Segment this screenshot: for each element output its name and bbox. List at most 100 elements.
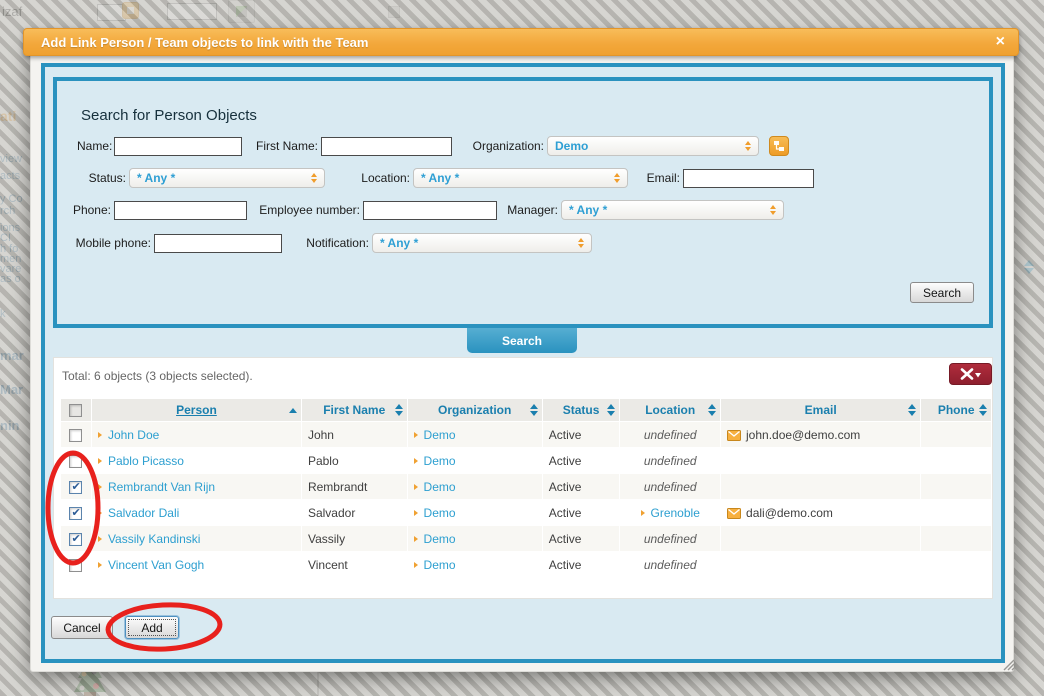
organization-link[interactable]: Demo bbox=[424, 506, 456, 520]
updown-arrows-icon bbox=[311, 173, 317, 183]
first-name-cell: Vassily bbox=[302, 526, 407, 551]
organization-select[interactable]: Demo bbox=[547, 136, 759, 156]
bullet-arrow-icon bbox=[98, 484, 102, 490]
bullet-arrow-icon bbox=[414, 458, 418, 464]
tools-button[interactable] bbox=[949, 363, 992, 385]
sort-arrows-icon[interactable] bbox=[395, 404, 403, 416]
row-checkbox[interactable] bbox=[69, 507, 82, 520]
sort-arrows-icon[interactable] bbox=[607, 404, 615, 416]
column-header-select[interactable] bbox=[61, 399, 91, 421]
phone-label: Phone: bbox=[71, 203, 111, 217]
location-select[interactable]: * Any * bbox=[413, 168, 628, 188]
status-cell: Active bbox=[543, 500, 620, 525]
location-link[interactable]: Grenoble bbox=[651, 506, 700, 520]
sort-arrows-icon[interactable] bbox=[908, 404, 916, 416]
column-header-status[interactable]: Status bbox=[543, 399, 620, 421]
updown-arrows-icon bbox=[745, 141, 751, 151]
sort-arrows-icon[interactable] bbox=[708, 404, 716, 416]
employee-number-label: Employee number: bbox=[256, 203, 360, 217]
mobile-phone-input[interactable] bbox=[154, 234, 282, 253]
results-table: PersonFirst Name Organization Status Locati… bbox=[60, 398, 992, 578]
manager-label: Manager: bbox=[471, 203, 558, 217]
row-checkbox[interactable] bbox=[69, 559, 82, 572]
first-name-cell: Rembrandt bbox=[302, 474, 407, 499]
row-checkbox[interactable] bbox=[69, 455, 82, 468]
person-link[interactable]: Vincent Van Gogh bbox=[108, 558, 204, 572]
first-name-input[interactable] bbox=[321, 137, 452, 156]
sort-arrows-icon[interactable] bbox=[289, 408, 297, 413]
person-link[interactable]: John Doe bbox=[108, 428, 159, 442]
resize-handle-icon[interactable] bbox=[1002, 658, 1016, 671]
column-label: Status bbox=[563, 403, 600, 417]
status-cell: Active bbox=[543, 474, 620, 499]
table-row: Vincent Van GoghVincentDemoActiveundefin… bbox=[61, 552, 991, 577]
status-select[interactable]: * Any * bbox=[129, 168, 325, 188]
sort-arrows-icon[interactable] bbox=[979, 404, 987, 416]
email-input[interactable] bbox=[683, 169, 814, 188]
table-row: Pablo PicassoPabloDemoActiveundefined bbox=[61, 448, 991, 473]
table-header-row: PersonFirst Name Organization Status Locati… bbox=[61, 399, 991, 421]
column-header-phone[interactable]: Phone bbox=[921, 399, 991, 421]
column-header-organization[interactable]: Organization bbox=[408, 399, 542, 421]
status-label: Status: bbox=[61, 171, 126, 185]
person-link[interactable]: Pablo Picasso bbox=[108, 454, 184, 468]
first-name-cell: John bbox=[302, 422, 407, 447]
location-cell: undefined bbox=[644, 428, 697, 442]
updown-arrows-icon bbox=[578, 238, 584, 248]
sort-arrows-icon[interactable] bbox=[530, 404, 538, 416]
bullet-arrow-icon bbox=[98, 536, 102, 542]
status-cell: Active bbox=[543, 552, 620, 577]
select-all-checkbox[interactable] bbox=[69, 404, 82, 417]
organization-browse-button[interactable] bbox=[769, 136, 789, 156]
search-form-panel: Search for Person Objects Name: First Na… bbox=[53, 77, 993, 328]
phone-cell bbox=[921, 500, 991, 525]
organization-link[interactable]: Demo bbox=[424, 480, 456, 494]
bullet-arrow-icon bbox=[414, 510, 418, 516]
table-row: Salvador DaliSalvadorDemoActiveGrenobled… bbox=[61, 500, 991, 525]
person-link[interactable]: Vassily Kandinski bbox=[108, 532, 200, 546]
add-button[interactable]: Add bbox=[125, 616, 179, 639]
column-header-person[interactable]: Person bbox=[92, 399, 301, 421]
bullet-arrow-icon bbox=[98, 458, 102, 464]
column-label: Email bbox=[805, 403, 837, 417]
phone-cell bbox=[921, 552, 991, 577]
phone-cell bbox=[921, 448, 991, 473]
organization-link[interactable]: Demo bbox=[424, 428, 456, 442]
phone-cell bbox=[921, 422, 991, 447]
column-label: Organization bbox=[438, 403, 511, 417]
bullet-arrow-icon bbox=[414, 536, 418, 542]
status-cell: Active bbox=[543, 448, 620, 473]
search-tab[interactable]: Search bbox=[467, 328, 577, 353]
table-row: Rembrandt Van Rijn Rembrandt Demo Active und… bbox=[61, 474, 991, 499]
name-label: Name: bbox=[77, 139, 111, 153]
organization-link[interactable]: Demo bbox=[424, 532, 456, 546]
column-header-email[interactable]: Email bbox=[721, 399, 920, 421]
search-button[interactable]: Search bbox=[910, 282, 974, 303]
notification-select[interactable]: * Any * bbox=[372, 233, 592, 253]
name-input[interactable] bbox=[114, 137, 242, 156]
column-label: Location bbox=[645, 403, 695, 417]
row-checkbox[interactable] bbox=[69, 429, 82, 442]
email-cell: john.doe@demo.com bbox=[746, 428, 860, 442]
bullet-arrow-icon bbox=[98, 562, 102, 568]
dialog-window: Add Link Person / Team objects to link w… bbox=[30, 34, 1014, 672]
bullet-arrow-icon bbox=[98, 432, 102, 438]
column-header-first_name[interactable]: First Name bbox=[302, 399, 407, 421]
bullet-arrow-icon bbox=[414, 432, 418, 438]
cancel-button[interactable]: Cancel bbox=[51, 616, 113, 639]
close-icon[interactable]: × bbox=[996, 33, 1005, 51]
bullet-arrow-icon bbox=[641, 510, 645, 516]
row-checkbox[interactable] bbox=[69, 481, 82, 494]
organization-link[interactable]: Demo bbox=[424, 558, 456, 572]
manager-select[interactable]: * Any * bbox=[561, 200, 784, 220]
status-cell: Active bbox=[543, 526, 620, 551]
row-checkbox[interactable] bbox=[69, 533, 82, 546]
bullet-arrow-icon bbox=[414, 484, 418, 490]
person-link[interactable]: Salvador Dali bbox=[108, 506, 179, 520]
column-header-location[interactable]: Location bbox=[620, 399, 720, 421]
location-cell: undefined bbox=[644, 480, 697, 494]
organization-link[interactable]: Demo bbox=[424, 454, 456, 468]
mobile-phone-label: Mobile phone: bbox=[71, 236, 151, 250]
person-link[interactable]: Rembrandt Van Rijn bbox=[108, 480, 215, 494]
phone-input[interactable] bbox=[114, 201, 247, 220]
